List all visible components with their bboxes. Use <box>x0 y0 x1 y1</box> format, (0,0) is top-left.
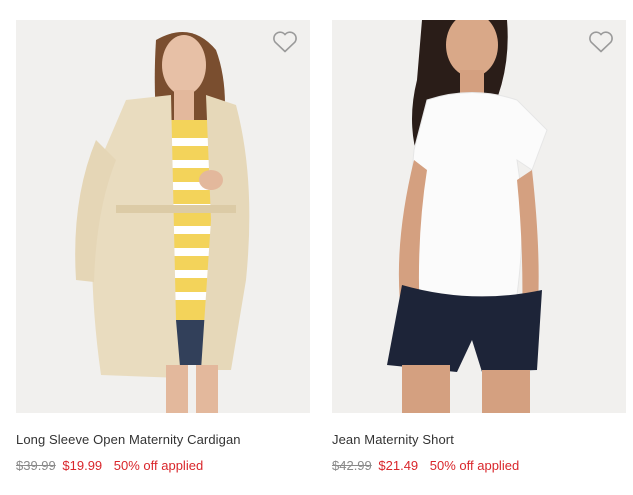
sale-price: $19.99 <box>62 458 103 473</box>
shorts-model-photo <box>332 20 626 413</box>
product-grid: Long Sleeve Open Maternity Cardigan $39.… <box>0 0 633 495</box>
promo-text: 50% off applied <box>429 458 520 473</box>
product-name[interactable]: Jean Maternity Short <box>332 432 626 447</box>
wishlist-heart-icon[interactable] <box>272 30 298 54</box>
product-card[interactable]: Long Sleeve Open Maternity Cardigan $39.… <box>16 20 310 473</box>
sale-price: $21.49 <box>378 458 419 473</box>
cardigan-model-photo <box>16 20 310 413</box>
original-price: $39.99 <box>16 458 56 473</box>
product-image[interactable] <box>16 20 310 413</box>
price-row: $39.99 $19.99 50% off applied <box>16 458 310 473</box>
wishlist-heart-icon[interactable] <box>588 30 614 54</box>
promo-text: 50% off applied <box>113 458 204 473</box>
product-card[interactable]: Jean Maternity Short $42.99 $21.49 50% o… <box>332 20 626 473</box>
original-price: $42.99 <box>332 458 372 473</box>
product-image[interactable] <box>332 20 626 413</box>
product-name[interactable]: Long Sleeve Open Maternity Cardigan <box>16 432 310 447</box>
price-row: $42.99 $21.49 50% off applied <box>332 458 626 473</box>
